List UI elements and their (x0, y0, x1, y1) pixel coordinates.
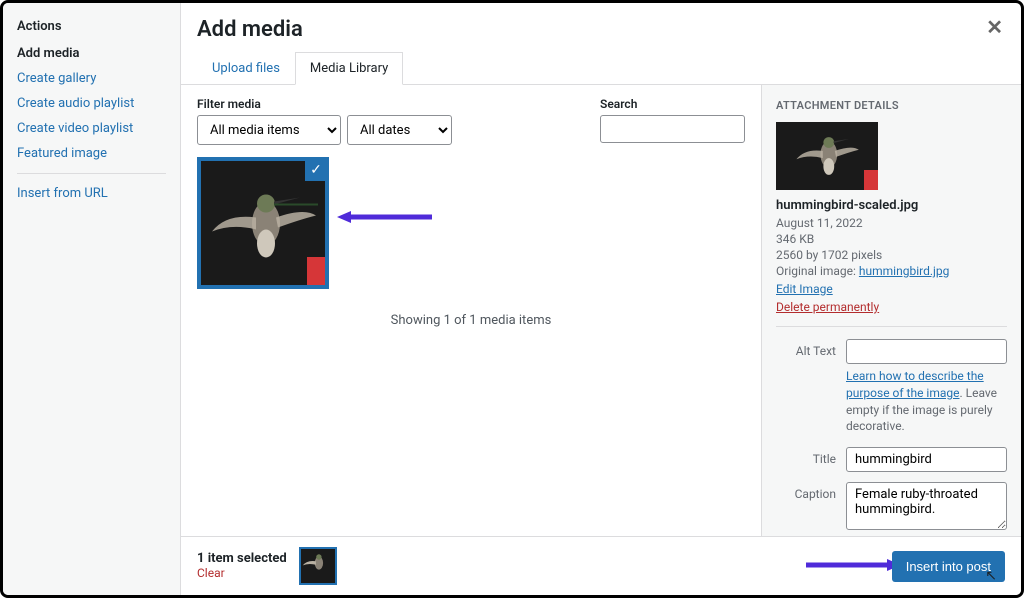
checkmark-icon[interactable]: ✓ (305, 159, 327, 181)
clear-selection-link[interactable]: Clear (197, 566, 225, 580)
details-dimensions: 2560 by 1702 pixels (776, 248, 1007, 262)
attachment-details: ATTACHMENT DETAILS (761, 85, 1021, 536)
hummingbird-image (208, 174, 318, 264)
details-size: 346 KB (776, 232, 1007, 246)
actions-sidebar: Actions Add media Create gallery Create … (3, 3, 181, 595)
alt-text-label: Alt Text (776, 339, 836, 358)
details-heading: ATTACHMENT DETAILS (776, 99, 1007, 112)
tab-library[interactable]: Media Library (295, 52, 403, 85)
selection-count: 1 item selected (197, 551, 287, 566)
caption-label: Caption (776, 482, 836, 501)
sidebar-heading: Actions (17, 19, 166, 34)
filter-label: Filter media (197, 97, 452, 111)
sidebar-item-audio[interactable]: Create audio playlist (17, 96, 166, 111)
modal-header: Add media ✕ (181, 3, 1021, 52)
details-date: August 11, 2022 (776, 216, 1007, 230)
search-input[interactable] (600, 115, 745, 143)
filter-date[interactable]: All dates (347, 115, 452, 145)
alt-text-input[interactable] (846, 339, 1007, 364)
title-input[interactable] (846, 447, 1007, 472)
delete-link[interactable]: Delete permanently (776, 300, 1007, 314)
filter-media-type[interactable]: All media items (197, 115, 341, 145)
modal-title: Add media (197, 17, 1005, 42)
sidebar-item-video[interactable]: Create video playlist (17, 121, 166, 136)
cursor-icon: ↖ (985, 568, 997, 584)
selection-thumbnail[interactable] (299, 547, 337, 585)
sidebar-item-add-media[interactable]: Add media (17, 46, 166, 61)
close-icon[interactable]: ✕ (986, 15, 1003, 39)
sidebar-item-featured[interactable]: Featured image (17, 146, 166, 161)
caption-input[interactable]: Female ruby-throated hummingbird. (846, 482, 1007, 530)
details-thumbnail (776, 122, 878, 190)
sidebar-item-gallery[interactable]: Create gallery (17, 71, 166, 86)
details-original: Original image: hummingbird.jpg (776, 264, 1007, 278)
media-toolbar: 1 item selected Clear Insert into post ↖ (181, 536, 1021, 595)
media-thumbnail[interactable]: ✓ (197, 157, 329, 289)
tabs: Upload files Media Library (181, 52, 1021, 85)
annotation-arrow-thumb (337, 207, 437, 227)
search-label: Search (600, 97, 745, 111)
red-accent (307, 257, 325, 285)
tab-upload[interactable]: Upload files (197, 52, 295, 84)
edit-image-link[interactable]: Edit Image (776, 282, 1007, 296)
sidebar-divider (17, 173, 166, 174)
original-image-link[interactable]: hummingbird.jpg (859, 264, 949, 278)
showing-count: Showing 1 of 1 media items (197, 313, 745, 328)
details-filename: hummingbird-scaled.jpg (776, 198, 1007, 213)
annotation-arrow-insert (801, 555, 901, 575)
alt-text-hint: Learn how to describe the purpose of the… (846, 368, 1007, 435)
title-label: Title (776, 447, 836, 466)
sidebar-item-insert-url[interactable]: Insert from URL (17, 186, 166, 201)
